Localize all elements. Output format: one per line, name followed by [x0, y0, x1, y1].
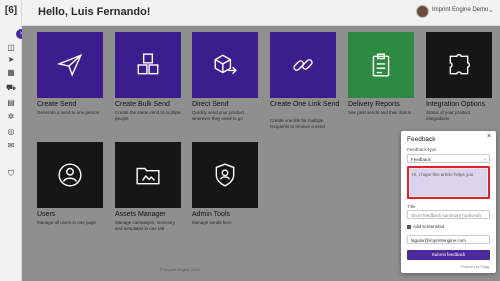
dashboard-icon[interactable]: ◫: [6, 44, 16, 52]
tile-title[interactable]: Admin Tools: [192, 211, 230, 218]
chevron-down-icon: ⌄: [483, 156, 487, 161]
tile-title[interactable]: Integration Options: [426, 101, 485, 108]
sidebar: [6] › ◫ ➤ ▦ ⛟ ▤ ✲ ◎ ✉ ⛉: [0, 0, 26, 281]
feedback-message-text: Hi, I hope this article helps you: [412, 172, 474, 177]
tile-title[interactable]: Delivery Reports: [348, 101, 400, 108]
puzzle-icon: [449, 54, 470, 75]
tile-description: Create one link for multiple recipients …: [270, 118, 325, 129]
chevron-down-icon[interactable]: ⌄: [488, 6, 494, 14]
admin-user-icon: [215, 163, 235, 187]
tile-assets-manager[interactable]: [115, 142, 181, 208]
feedback-type-select[interactable]: Feedback ⌄: [407, 154, 490, 163]
shield-icon[interactable]: ⛉: [6, 170, 16, 178]
tile-description: Manage all users in one page: [37, 220, 97, 225]
close-icon[interactable]: ×: [487, 133, 491, 140]
tile-delivery-reports[interactable]: [348, 32, 414, 98]
users-icon: [58, 163, 82, 187]
add-screenshot-option[interactable]: Add screenshot: [407, 224, 444, 229]
globe-icon[interactable]: ◎: [6, 128, 16, 136]
title-label: Title: [407, 204, 416, 209]
tile-create-bulk-send[interactable]: [115, 32, 181, 98]
clipboard-icon: [372, 53, 390, 77]
tile-description: Status of your product integrations: [426, 110, 471, 121]
box-arrow-icon: [214, 54, 237, 75]
tile-title[interactable]: Users: [37, 211, 55, 218]
paper-plane-icon: [57, 53, 83, 77]
settings-icon[interactable]: ✲: [6, 113, 16, 121]
tile-direct-send[interactable]: [192, 32, 258, 98]
send-icon[interactable]: ➤: [6, 56, 16, 64]
account-name[interactable]: Imprint Engine Demo: [432, 7, 488, 13]
feedback-title-input[interactable]: Short feedback summary (optional): [407, 210, 490, 219]
avatar[interactable]: [416, 5, 429, 18]
camera-icon: [407, 224, 411, 229]
boxes-icon: [137, 53, 159, 75]
tile-admin-tools[interactable]: [192, 142, 258, 208]
tile-description: Manage sends here: [192, 220, 232, 225]
page-greeting: Hello, Luis Fernando!: [38, 6, 151, 18]
boxes-icon[interactable]: ▦: [6, 69, 16, 77]
tile-create-send[interactable]: [37, 32, 103, 98]
tile-title[interactable]: Direct Send: [192, 101, 229, 108]
tile-users[interactable]: [37, 142, 103, 208]
report-icon[interactable]: ▤: [6, 99, 16, 107]
link-icon: [293, 59, 313, 71]
tile-integration-options[interactable]: [426, 32, 492, 98]
tile-description: Manage campaigns, inventory and template…: [115, 220, 176, 231]
feedback-type-label: Feedback type: [407, 147, 437, 152]
submit-feedback-button[interactable]: Submit feedback: [407, 250, 490, 260]
tile-description: See past sends and their status: [348, 110, 412, 115]
feedback-type-value: Feedback: [411, 157, 431, 162]
top-bar: Hello, Luis Fernando! Imprint Engine Dem…: [22, 0, 500, 26]
tile-description: Generate a send to one person: [37, 110, 100, 115]
email-field[interactable]: lagular@imprintengine.com: [407, 235, 490, 244]
feedback-message-textarea[interactable]: Hi, I hope this article helps you: [407, 166, 490, 199]
truck-icon[interactable]: ⛟: [6, 84, 16, 92]
folder-icon: [136, 167, 160, 185]
tile-title[interactable]: Create One Link Send: [270, 101, 339, 108]
powered-by-text: Powered by Plugg: [461, 265, 490, 269]
add-screenshot-label: Add screenshot: [413, 224, 445, 229]
tile-title[interactable]: Assets Manager: [115, 211, 166, 218]
footer-text: © Imprint Engine 2024: [160, 267, 200, 272]
app-logo[interactable]: [6]: [3, 4, 19, 18]
tile-description: Quickly send your product wherever they …: [192, 110, 245, 121]
tile-create-one-link-send[interactable]: [270, 32, 336, 98]
tile-title[interactable]: Create Send: [37, 101, 76, 108]
mail-icon[interactable]: ✉: [6, 142, 16, 150]
feedback-title: Feedback: [407, 136, 436, 143]
tile-description: Create the same send to multiple people: [115, 110, 182, 121]
tile-title[interactable]: Create Bulk Send: [115, 101, 170, 108]
